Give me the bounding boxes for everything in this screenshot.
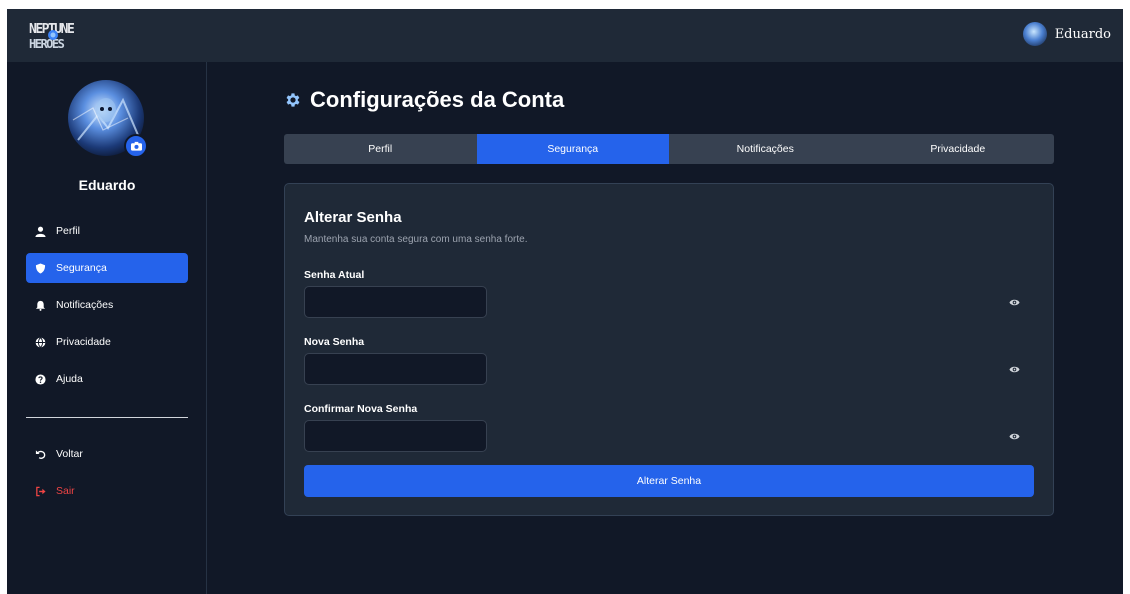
sidebar: Eduardo Perfil Segurança Notificações Pr… bbox=[7, 62, 207, 594]
neptune-heroes-logo[interactable]: NEPTUNE HEROES bbox=[27, 19, 89, 52]
sidebar-item-label: Ajuda bbox=[56, 373, 83, 385]
sidebar-item-notificacoes[interactable]: Notificações bbox=[26, 290, 188, 320]
main-content: Configurações da Conta Perfil Segurança … bbox=[207, 62, 1123, 594]
camera-icon bbox=[130, 141, 142, 151]
confirm-password-label: Confirmar Nova Senha bbox=[304, 403, 418, 415]
page-title-text: Configurações da Conta bbox=[310, 87, 565, 112]
sidebar-item-label: Perfil bbox=[56, 225, 80, 237]
card-title: Alterar Senha bbox=[304, 209, 402, 226]
sidebar-nav: Perfil Segurança Notificações Privacidad… bbox=[26, 216, 188, 401]
sidebar-item-label: Voltar bbox=[56, 448, 83, 460]
change-photo-button[interactable] bbox=[124, 134, 148, 158]
shield-icon bbox=[35, 262, 46, 274]
new-password-label: Nova Senha bbox=[304, 336, 365, 348]
sidebar-item-label: Segurança bbox=[56, 262, 107, 274]
sidebar-item-label: Sair bbox=[56, 485, 75, 497]
tab-privacidade[interactable]: Privacidade bbox=[862, 134, 1055, 164]
sidebar-item-label: Notificações bbox=[56, 299, 114, 311]
settings-tabs: Perfil Segurança Notificações Privacidad… bbox=[284, 134, 1054, 164]
top-user-menu[interactable]: Eduardo bbox=[1022, 22, 1111, 46]
tab-seguranca[interactable]: Segurança bbox=[476, 134, 669, 164]
sidebar-item-label: Privacidade bbox=[56, 336, 111, 348]
eye-icon[interactable] bbox=[1009, 297, 1020, 308]
tab-perfil[interactable]: Perfil bbox=[284, 134, 477, 164]
card-subtitle: Mantenha sua conta segura com uma senha … bbox=[304, 234, 528, 245]
sidebar-item-seguranca[interactable]: Segurança bbox=[26, 253, 188, 283]
current-password-input[interactable] bbox=[304, 286, 487, 318]
sidebar-item-ajuda[interactable]: Ajuda bbox=[26, 364, 188, 394]
top-navbar: NEPTUNE HEROES Eduardo bbox=[7, 9, 1123, 62]
user-icon bbox=[35, 226, 46, 237]
app-window: NEPTUNE HEROES Eduardo Eduardo Perfil Se… bbox=[7, 9, 1123, 594]
sidebar-item-privacidade[interactable]: Privacidade bbox=[26, 327, 188, 357]
new-password-input[interactable] bbox=[304, 353, 487, 385]
question-icon bbox=[35, 373, 46, 385]
svg-text:HEROES: HEROES bbox=[29, 37, 65, 51]
sidebar-item-perfil[interactable]: Perfil bbox=[26, 216, 188, 246]
tab-notificacoes[interactable]: Notificações bbox=[669, 134, 862, 164]
sidebar-bottom-nav: Voltar Sair bbox=[26, 439, 188, 513]
sidebar-item-voltar[interactable]: Voltar bbox=[26, 439, 188, 469]
page-title: Configurações da Conta bbox=[284, 87, 564, 113]
change-password-button[interactable]: Alterar Senha bbox=[304, 465, 1034, 497]
avatar[interactable] bbox=[1022, 22, 1047, 46]
globe-icon bbox=[35, 336, 46, 348]
bell-icon bbox=[35, 300, 46, 311]
sidebar-item-sair[interactable]: Sair bbox=[26, 476, 188, 506]
profile-avatar-wrap bbox=[68, 80, 148, 158]
sidebar-username: Eduardo bbox=[78, 177, 136, 193]
sign-out-icon bbox=[36, 486, 46, 496]
top-username: Eduardo bbox=[1054, 26, 1111, 42]
eye-icon[interactable] bbox=[1009, 364, 1020, 375]
eye-icon[interactable] bbox=[1009, 431, 1020, 442]
undo-icon bbox=[35, 449, 46, 459]
change-password-card: Alterar Senha Mantenha sua conta segura … bbox=[284, 183, 1054, 516]
sidebar-divider bbox=[26, 417, 188, 418]
confirm-password-input[interactable] bbox=[304, 420, 487, 452]
current-password-label: Senha Atual bbox=[304, 269, 365, 281]
gear-icon bbox=[286, 93, 300, 107]
